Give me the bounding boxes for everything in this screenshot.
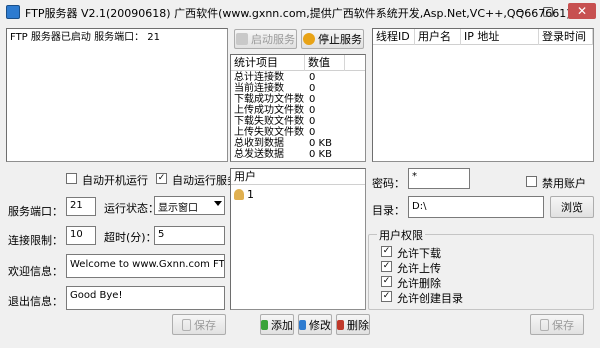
close-button[interactable]: ✕ — [568, 3, 596, 19]
permission-label: 允许下载 — [397, 247, 441, 260]
stats-row-label: 总收到数据 — [234, 138, 284, 149]
permissions-group: 用户权限 ✓ 允许下载 ✓ 允许上传 ✓ 允许删除 ✓ 允许创建目录 — [368, 227, 594, 310]
directory-label: 目录： — [372, 204, 405, 217]
stats-row-label: 总计连接数 — [234, 72, 284, 83]
add-user-button[interactable]: 添加 — [260, 314, 294, 335]
edit-user-label: 修改 — [309, 318, 331, 332]
stop-service-label: 停止服务 — [318, 33, 362, 46]
run-state-value: 显示窗口 — [158, 203, 198, 214]
start-service-label: 启动服务 — [251, 33, 295, 46]
exit-label: 退出信息： — [8, 295, 63, 308]
stats-col-value[interactable]: 数值 — [305, 55, 345, 71]
autostart-checkbox[interactable] — [66, 173, 77, 184]
settings-save-label: 保存 — [194, 318, 216, 332]
run-state-select[interactable]: 显示窗口 — [154, 196, 225, 215]
chevron-down-icon — [214, 201, 222, 206]
permission-label: 允许创建目录 — [397, 292, 463, 305]
password-label: 密码： — [372, 177, 405, 190]
stats-row-label: 下载成功文件数 — [234, 94, 304, 105]
permission-checkbox[interactable]: ✓ — [381, 261, 392, 272]
port-label: 服务端口： — [8, 205, 63, 218]
user-list-header[interactable]: 用户 — [231, 169, 365, 185]
user-list[interactable]: 用户 1 — [230, 168, 366, 310]
start-service-button[interactable]: 启动服务 — [234, 29, 297, 49]
log-line: FTP 服务器已启动 服务端口： 21 — [10, 32, 160, 43]
autostart-label: 自动开机运行 — [82, 174, 148, 187]
stats-row-label: 上传成功文件数 — [234, 105, 304, 116]
stats-panel: 统计项目 数值 总计连接数 0 当前连接数 0 下载成功文件数 0 上传成功文件数 0 下载失败… — [230, 54, 366, 162]
connection-header: 线程ID 用户名 IP 地址 登录时间 — [373, 29, 593, 45]
minimize-button[interactable]: – — [508, 3, 532, 19]
col-username[interactable]: 用户名 — [415, 29, 461, 45]
settings-save-button[interactable]: 保存 — [172, 314, 226, 335]
stats-header: 统计项目 数值 — [231, 55, 365, 71]
maximize-button[interactable]: □ — [536, 3, 560, 19]
disable-account-checkbox[interactable] — [526, 176, 537, 187]
welcome-input[interactable]: Welcome to www.Gxnn.com FTP Server! — [66, 254, 225, 278]
stop-service-button[interactable]: 停止服务 — [301, 29, 364, 49]
permission-label: 允许删除 — [397, 277, 441, 290]
autorun-label: 自动运行服务 — [172, 174, 238, 187]
timeout-input[interactable]: 5 — [154, 226, 225, 245]
port-input[interactable]: 21 — [66, 197, 96, 216]
permission-checkbox[interactable]: ✓ — [381, 291, 392, 302]
permission-label: 允许上传 — [397, 262, 441, 275]
app-icon — [6, 5, 20, 19]
title-bar: FTP服务器 V2.1(20090618) 广西软件(www.gxnn.com,… — [0, 0, 600, 24]
add-user-icon — [261, 319, 268, 330]
save-icon — [182, 318, 191, 331]
conn-limit-label: 连接限制： — [8, 234, 63, 247]
stats-row-value: 0 KB — [309, 149, 332, 160]
timeout-label: 超时(分)： — [104, 231, 157, 244]
delete-user-label: 删除 — [347, 318, 369, 332]
stats-row-label: 当前连接数 — [234, 83, 284, 94]
autorun-checkbox[interactable]: ✓ — [156, 173, 167, 184]
col-login-time[interactable]: 登录时间 — [539, 29, 593, 45]
disable-account-label: 禁用账户 — [542, 177, 586, 190]
start-icon — [236, 33, 248, 45]
stats-row-value: 0 KB — [309, 138, 332, 149]
conn-limit-input[interactable]: 10 — [66, 226, 96, 245]
user-icon — [234, 189, 244, 200]
stats-row-label: 下载失败文件数 — [234, 116, 304, 127]
edit-user-icon — [299, 319, 306, 330]
connection-list[interactable]: 线程ID 用户名 IP 地址 登录时间 — [372, 28, 594, 162]
run-state-label: 运行状态： — [104, 202, 159, 215]
col-thread-id[interactable]: 线程ID — [373, 29, 415, 45]
user-save-button[interactable]: 保存 — [530, 314, 584, 335]
welcome-label: 欢迎信息： — [8, 265, 63, 278]
col-ip-address[interactable]: IP 地址 — [461, 29, 539, 45]
permission-checkbox[interactable]: ✓ — [381, 276, 392, 287]
stats-row-value: 0 — [309, 105, 316, 116]
save-icon — [540, 318, 549, 331]
stats-col-item[interactable]: 统计项目 — [231, 55, 305, 71]
stats-row-value: 0 — [309, 72, 316, 83]
add-user-label: 添加 — [271, 318, 293, 332]
user-name: 1 — [247, 188, 254, 201]
stats-row-value: 0 — [309, 127, 316, 138]
stats-row-value: 0 — [309, 116, 316, 127]
directory-input[interactable]: D:\ — [408, 196, 544, 218]
delete-user-button[interactable]: 删除 — [336, 314, 370, 335]
password-input[interactable]: * — [408, 168, 470, 189]
stats-row-value: 0 — [309, 83, 316, 94]
log-panel[interactable]: FTP 服务器已启动 服务端口： 21 — [6, 28, 228, 162]
permission-checkbox[interactable]: ✓ — [381, 246, 392, 257]
browse-button[interactable]: 浏览 — [550, 196, 594, 218]
delete-user-icon — [337, 319, 344, 330]
permissions-title: 用户权限 — [377, 227, 425, 243]
exit-input[interactable]: Good Bye! — [66, 286, 225, 310]
stats-row-label: 总发送数据 — [234, 149, 284, 160]
stop-icon — [303, 33, 315, 45]
window-title: FTP服务器 V2.1(20090618) 广西软件(www.gxnn.com,… — [25, 7, 571, 20]
stats-row-label: 上传失败文件数 — [234, 127, 304, 138]
user-save-label: 保存 — [552, 318, 574, 332]
edit-user-button[interactable]: 修改 — [298, 314, 332, 335]
user-list-item[interactable]: 1 — [234, 189, 254, 202]
stats-row-value: 0 — [309, 94, 316, 105]
